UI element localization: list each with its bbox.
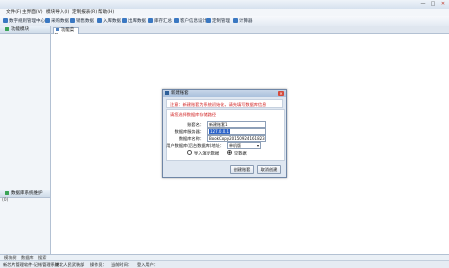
rules-icon [3,18,8,23]
dialog-settings-group: 请您选择数据库存储路径 账套名： 新建账套1 数据库服务器： 127.0.0.1… [166,109,285,161]
close-window-button[interactable]: ✕ [438,1,448,7]
toolbar-purchase[interactable]: 采购数据 [45,18,69,24]
db-server-value: 127.0.0.1 [209,129,231,134]
dialog-close-button[interactable]: ✕ [278,91,284,96]
empty-data-radio[interactable]: 空数据 [227,150,247,157]
db-name-field[interactable]: BookCopy20150924161823 [207,135,266,142]
function-modules-header[interactable]: 功能模块 [0,26,50,34]
new-account-dialog: 新建账套 ✕ 注意：新建账套为系统初始化，请先填写数据库信息 请您选择数据库存储… [162,89,287,178]
radio-selected-icon [227,150,232,155]
tab-strip: 功能菜单 [51,26,449,39]
dialog-app-icon [165,90,169,95]
menu-custom-report[interactable]: 定制报表(R) [72,9,97,16]
chevron-down-icon: ▾ [256,143,259,148]
dialog-subtitle: 请您选择数据库存储路径 [170,112,217,117]
radio-unselected-icon [187,150,192,155]
toolbar-customer[interactable]: 客户信息设计 [174,18,207,24]
dialog-warning-banner: 注意：新建账套为系统初始化，请先填写数据库信息 [166,99,283,108]
minimize-button[interactable]: — [418,1,428,7]
module-icon [5,26,9,31]
customer-icon [174,18,179,23]
menu-tab-icon [56,28,59,31]
menu-main-view[interactable]: 主界面(V) [22,9,43,16]
db-server-field[interactable]: 127.0.0.1 [207,128,266,135]
calculator-icon [233,18,238,23]
toolbar-stock-in[interactable]: 入库数据 [97,18,121,24]
db-maintenance-header[interactable]: 数据库系统维护 (0) [0,190,50,203]
left-panel: 功能模块 数据库系统维护 (0) [0,26,51,254]
stock-in-icon [97,18,102,23]
tab-function-menu[interactable]: 功能菜单 [53,27,79,39]
sales-icon [70,18,75,23]
maximize-button[interactable]: □ [428,1,438,7]
customize-icon [206,18,211,23]
account-name-label: 账套名： [187,122,204,127]
db-name-label: 数据库名称： [178,136,204,141]
toolbar-sales[interactable]: 销售数据 [70,18,94,24]
toolbar-inventory[interactable]: 库存汇总 [148,18,172,24]
purchase-icon [45,18,50,23]
create-account-button[interactable]: 创建账套 [230,165,254,174]
stock-out-icon [122,18,127,23]
menu-file[interactable]: 文件(F) [6,9,21,16]
db-address-label: 用户数据库(后台数据库)地址： [166,143,224,148]
database-icon [5,190,9,195]
db-server-label: 数据库服务器： [174,129,204,134]
dialog-title-bar[interactable]: 新建账套 [163,90,286,97]
toolbar-rules[interactable]: 数字规则管理中心 [3,18,45,24]
cancel-create-button[interactable]: 取消创建 [257,165,281,174]
toolbar-customize[interactable]: 定制管理 [206,18,230,24]
inventory-icon [148,18,153,23]
menu-module-import[interactable]: 模块导入(I) [46,9,69,16]
db-address-select[interactable]: 单机版 ▾ [227,142,261,149]
maintenance-count: (0) [2,198,9,203]
menu-help[interactable]: 帮助(H) [98,9,114,16]
account-name-field[interactable]: 新建账套1 [207,121,266,128]
toolbar-stock-out[interactable]: 出库数据 [122,18,146,24]
import-demo-radio[interactable]: 导入演示数据 [187,150,219,157]
toolbar-calculator[interactable]: 计算器 [233,18,253,24]
